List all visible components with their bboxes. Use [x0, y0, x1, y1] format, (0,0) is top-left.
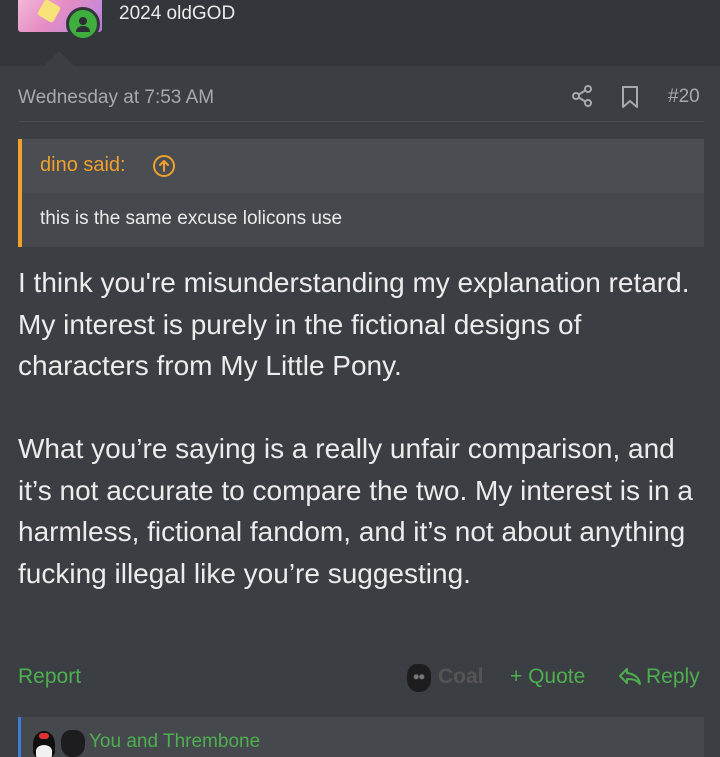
user-title: 2024 oldGOD [119, 3, 236, 24]
quote-button[interactable]: + Quote [510, 665, 585, 689]
quote-text: this is the same excuse lolicons use [40, 208, 343, 229]
quote-header: dino said: [22, 139, 704, 193]
reply-label: Reply [646, 665, 700, 688]
avatar-decoration [36, 0, 62, 24]
post-number-link[interactable]: #20 [668, 86, 700, 108]
reactor-avatar [33, 731, 55, 757]
bookmark-icon[interactable] [620, 85, 640, 109]
post-pointer [44, 51, 74, 66]
report-link[interactable]: Report [18, 665, 81, 689]
previous-post-footer: 2024 oldGOD [0, 0, 720, 66]
reactions-summary[interactable]: You and Thrembone [89, 731, 260, 753]
post-paragraph: What you’re saying is a really unfair co… [18, 433, 693, 589]
quote-author[interactable]: dino said: [40, 154, 126, 177]
post-body: I think you're misunderstanding my expla… [18, 262, 704, 594]
quote-block: dino said: this is the same excuse lolic… [18, 139, 704, 247]
reply-button[interactable]: Reply [618, 665, 700, 689]
reactor-name[interactable]: Coal [438, 665, 484, 689]
reactor-avatar[interactable] [407, 664, 431, 692]
reactions-bar[interactable]: You and Thrembone [18, 717, 704, 757]
reply-icon [619, 668, 641, 685]
post-meta: Wednesday at 7:53 AM #20 [18, 84, 704, 114]
jump-to-quote-icon[interactable] [152, 154, 176, 178]
meta-divider [18, 121, 704, 122]
online-status-icon [66, 7, 100, 41]
post-paragraph: I think you're misunderstanding my expla… [18, 267, 690, 381]
post-timestamp[interactable]: Wednesday at 7:53 AM [18, 87, 214, 109]
reactor-avatar [61, 730, 85, 757]
post-actions: Report Coal + Quote Reply [18, 662, 704, 694]
share-icon[interactable] [571, 85, 593, 107]
